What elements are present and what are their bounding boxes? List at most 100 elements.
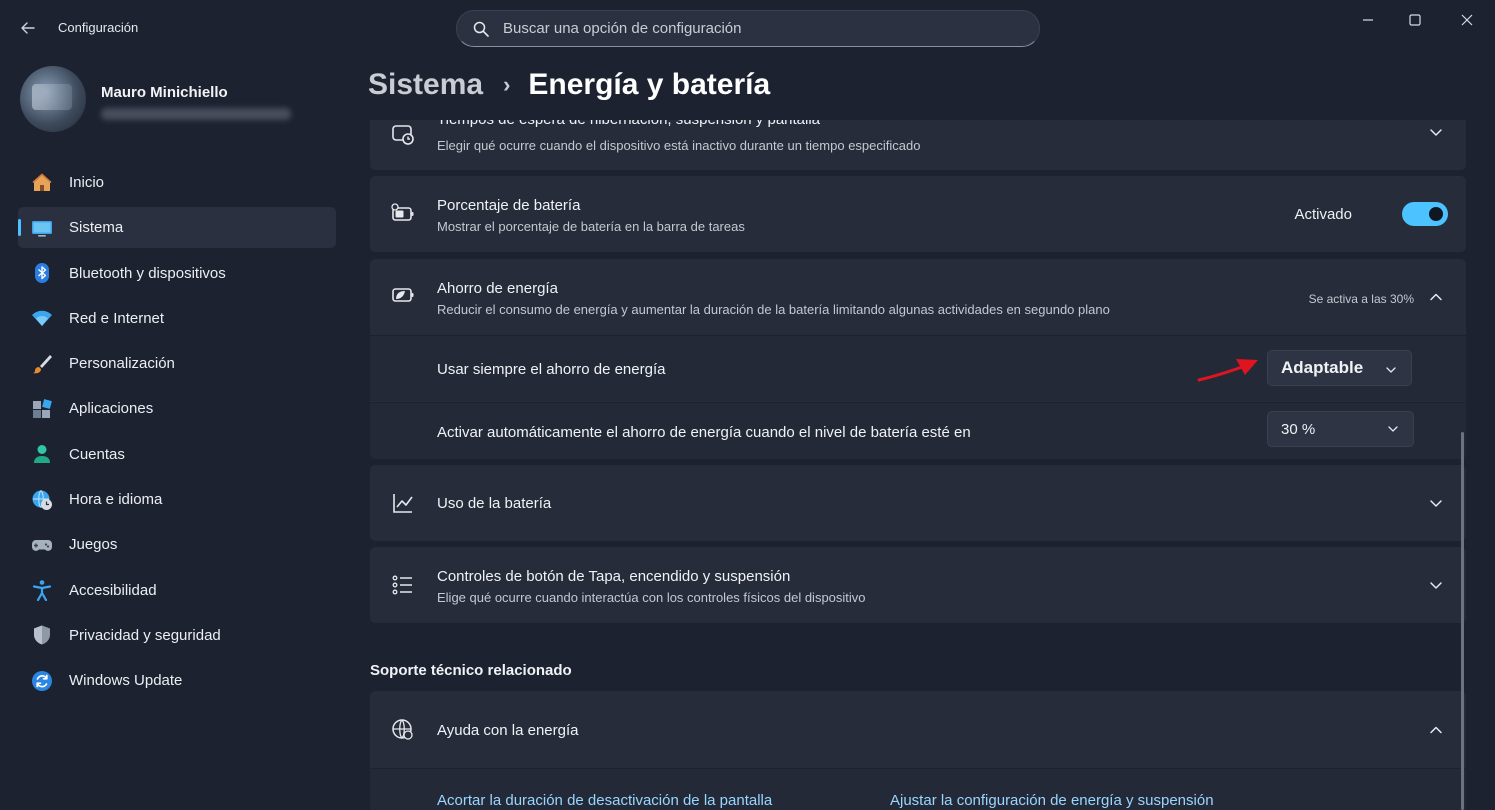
setting-subtitle: Elegir qué ocurre cuando el dispositivo … (437, 138, 921, 153)
dropdown-value: 30 % (1281, 420, 1316, 438)
chevron-up-icon[interactable] (1428, 722, 1444, 738)
dropdown-value: Adaptable (1281, 358, 1364, 377)
sidebar-item-label: Sistema (69, 219, 124, 237)
sidebar-item-label: Juegos (69, 536, 118, 554)
chevron-up-icon[interactable] (1428, 289, 1444, 305)
user-email-redacted (101, 108, 291, 120)
chevron-down-icon[interactable] (1428, 577, 1444, 593)
search-box[interactable] (456, 10, 1040, 47)
sidebar-item-inicio[interactable]: Inicio (18, 162, 336, 203)
accessibility-icon (30, 578, 54, 602)
sidebar-item-personalizacion[interactable]: Personalización (18, 343, 336, 384)
search-input[interactable] (503, 20, 1003, 37)
sidebar-item-label: Personalización (69, 355, 175, 373)
user-name: Mauro Minichiello (101, 84, 228, 101)
maximize-icon (1409, 14, 1421, 26)
sidebar-item-accesibilidad[interactable]: Accesibilidad (18, 570, 336, 611)
sidebar-item-privacidad[interactable]: Privacidad y seguridad (18, 615, 336, 656)
support-energy-help: Ayuda con la energía Acortar la duración… (370, 691, 1466, 810)
maximize-button[interactable] (1392, 6, 1438, 34)
back-button[interactable] (14, 14, 42, 42)
setting-title: Tiempos de espera de hibernación, suspen… (437, 120, 820, 128)
annotation-arrow-icon (1197, 359, 1258, 382)
support-help-title[interactable]: Ayuda con la energía (437, 722, 579, 739)
saver-always-label: Usar siempre el ahorro de energía (437, 361, 666, 378)
chevron-down-icon (1386, 367, 1396, 373)
scrollbar[interactable] (1461, 432, 1464, 810)
person-icon (30, 442, 54, 466)
chevron-down-icon (1388, 426, 1398, 432)
sidebar-item-bluetooth[interactable]: Bluetooth y dispositivos (18, 253, 336, 294)
sidebar-item-hora[interactable]: Hora e idioma (18, 479, 336, 520)
setting-battery-usage[interactable]: Uso de la batería (370, 465, 1466, 541)
setting-title: Uso de la batería (437, 495, 552, 512)
monitor-icon (30, 216, 54, 240)
sidebar-item-aplicaciones[interactable]: Aplicaciones (18, 388, 336, 429)
globe-clock-icon (30, 488, 54, 512)
sidebar-item-sistema[interactable]: Sistema (18, 207, 336, 249)
toggle-state-label: Activado (1294, 206, 1352, 223)
chevron-down-icon[interactable] (1428, 495, 1444, 511)
globe-icon (390, 717, 416, 743)
saver-level-dropdown[interactable]: 30 % (1267, 411, 1414, 447)
breadcrumb-separator: › (503, 72, 511, 97)
sidebar-item-label: Red e Internet (69, 309, 165, 327)
setting-title: Ahorro de energía (437, 280, 558, 297)
shield-icon (30, 623, 54, 647)
setting-sleep-timeouts[interactable]: Tiempos de espera de hibernación, suspen… (370, 120, 1466, 170)
sidebar-item-red[interactable]: Red e Internet (18, 298, 336, 339)
section-title: Soporte técnico relacionado (370, 662, 572, 679)
app-title: Configuración (58, 20, 139, 35)
sidebar-item-cuentas[interactable]: Cuentas (18, 434, 336, 475)
chevron-down-icon[interactable] (1428, 124, 1444, 140)
sidebar-item-windows-update[interactable]: Windows Update (18, 660, 336, 701)
minimize-icon (1363, 19, 1373, 21)
wifi-icon (30, 306, 54, 330)
setting-battery-percentage: Porcentaje de batería Mostrar el porcent… (370, 176, 1466, 252)
saver-status: Se activa a las 30% (1308, 292, 1414, 306)
support-link-power-sleep[interactable]: Ajustar la configuración de energía y su… (890, 792, 1214, 809)
setting-subtitle: Mostrar el porcentaje de batería en la b… (437, 219, 745, 234)
bluetooth-icon (30, 261, 54, 285)
line-chart-icon (390, 490, 416, 516)
title-bar: Configuración (0, 0, 1495, 58)
setting-title: Controles de botón de Tapa, encendido y … (437, 568, 791, 585)
saver-always-row: Usar siempre el ahorro de energía Adapta… (370, 335, 1466, 401)
search-icon (473, 21, 489, 37)
settings-content: Tiempos de espera de hibernación, suspen… (370, 120, 1466, 810)
support-links-row: Acortar la duración de desactivación de … (370, 768, 1466, 810)
home-icon (30, 171, 54, 195)
sidebar-item-label: Accesibilidad (69, 581, 157, 599)
user-profile[interactable]: Mauro Minichiello (20, 66, 291, 132)
setting-subtitle: Elige qué ocurre cuando interactúa con l… (437, 590, 866, 605)
arrow-left-icon (21, 22, 35, 34)
screen-timer-icon (390, 122, 416, 148)
sidebar-item-label: Hora e idioma (69, 491, 163, 509)
breadcrumb-parent[interactable]: Sistema (368, 68, 483, 102)
brush-icon (30, 352, 54, 376)
support-link-screen-timeout[interactable]: Acortar la duración de desactivación de … (437, 792, 772, 809)
energy-saver-icon (390, 282, 416, 308)
saver-auto-label: Activar automáticamente el ahorro de ene… (437, 424, 971, 441)
setting-title: Porcentaje de batería (437, 197, 581, 214)
setting-energy-saver: Ahorro de energía Reducir el consumo de … (370, 259, 1466, 459)
sidebar-item-label: Inicio (69, 174, 105, 191)
setting-lid-controls[interactable]: Controles de botón de Tapa, encendido y … (370, 547, 1466, 623)
saver-auto-row: Activar automáticamente el ahorro de ene… (370, 402, 1466, 459)
battery-percent-icon (390, 201, 416, 227)
sidebar-item-label: Windows Update (69, 672, 183, 690)
list-icon (390, 572, 416, 598)
gamepad-icon (30, 533, 54, 557)
sidebar-nav: Inicio Sistema Bluetooth y dispositivos … (18, 162, 336, 706)
battery-percentage-toggle[interactable] (1402, 202, 1448, 226)
sidebar-item-label: Bluetooth y dispositivos (69, 264, 226, 282)
setting-subtitle: Reducir el consumo de energía y aumentar… (437, 302, 1110, 317)
close-button[interactable] (1444, 6, 1490, 34)
saver-always-dropdown[interactable]: Adaptable (1267, 350, 1412, 386)
page-title: Energía y batería (528, 68, 771, 101)
sidebar-item-label: Privacidad y seguridad (69, 626, 221, 644)
update-icon (30, 669, 54, 693)
sidebar-item-juegos[interactable]: Juegos (18, 524, 336, 565)
apps-icon (30, 397, 54, 421)
minimize-button[interactable] (1345, 6, 1391, 34)
